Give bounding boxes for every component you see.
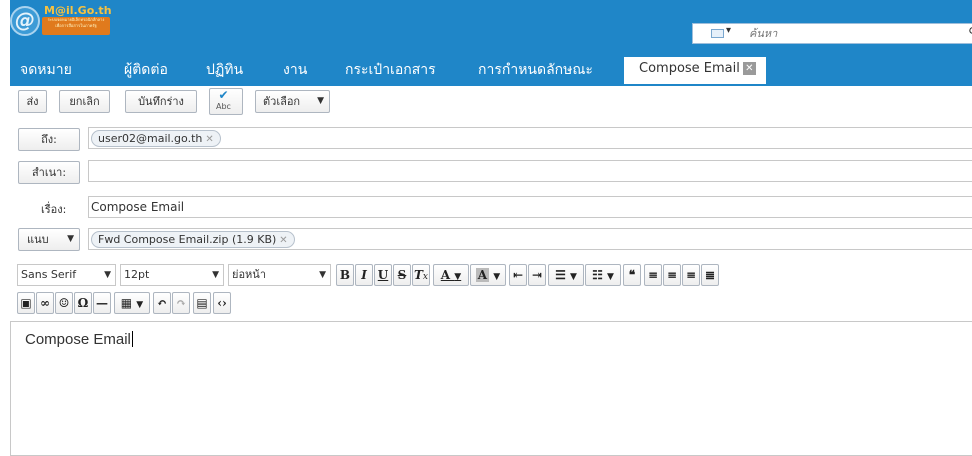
tab-contacts[interactable]: ผู้ติดต่อ — [124, 59, 168, 81]
tab-briefcase[interactable]: กระเป๋าเอกสาร — [345, 59, 436, 81]
remove-recipient-icon[interactable]: ✕ — [205, 134, 213, 145]
italic-button[interactable]: I — [355, 264, 373, 286]
logo-text: M@il.Go.th — [44, 4, 112, 17]
attachments-field: Fwd Compose Email.zip (1.9 KB) ✕ — [88, 228, 972, 250]
attach-label: แนบ — [27, 233, 49, 246]
options-dropdown[interactable]: ตัวเลือก ▼ — [255, 90, 330, 113]
logo-at-icon: @ — [10, 6, 40, 36]
cancel-button[interactable]: ยกเลิก — [59, 90, 110, 113]
to-button[interactable]: ถึง: — [18, 128, 80, 151]
text-color-button[interactable]: A ▼ — [433, 264, 469, 286]
save-draft-button[interactable]: บันทึกร่าง — [125, 90, 197, 113]
cc-button[interactable]: สำเนา: — [18, 161, 80, 184]
search-input[interactable] — [749, 26, 949, 41]
tab-compose-label: Compose Email — [639, 61, 740, 76]
clear-format-icon[interactable]: Tx — [412, 264, 430, 286]
recipient-chip[interactable]: user02@mail.go.th ✕ — [91, 130, 221, 147]
tab-calendar[interactable]: ปฏิทิน — [206, 59, 243, 81]
search-icon[interactable]: ⚲ — [968, 25, 972, 39]
special-character-icon[interactable]: Ω — [74, 292, 92, 314]
insert-link-icon[interactable]: ∞ — [36, 292, 54, 314]
align-justify-icon[interactable]: ≣ — [701, 264, 719, 286]
highlight-color-button[interactable]: A ▼ — [470, 264, 506, 286]
spellcheck-button[interactable]: ✔ Abc — [209, 88, 243, 115]
outdent-icon[interactable]: ⇤ — [509, 264, 527, 286]
logo-subtitle-2: เพื่อการสื่อสารในภาครัฐ — [55, 23, 97, 28]
bold-button[interactable]: B — [336, 264, 354, 286]
chevron-down-icon: ▼ — [67, 234, 74, 244]
send-button[interactable]: ส่ง — [18, 90, 47, 113]
mail-icon[interactable] — [711, 29, 724, 38]
emoticon-icon[interactable]: ☺ — [55, 292, 73, 314]
table-icon[interactable]: ▦ ▼ — [114, 292, 150, 314]
strikethrough-button[interactable]: S — [393, 264, 411, 286]
source-code-icon[interactable]: ‹› — [213, 292, 231, 314]
bullet-list-icon[interactable]: ☰ ▼ — [548, 264, 584, 286]
paragraph-select[interactable]: ย่อหน้า ▼ — [228, 264, 331, 286]
align-center-icon[interactable]: ≡ — [663, 264, 681, 286]
search-box[interactable]: ▾ ⚲ — [692, 23, 972, 44]
remove-attachment-icon[interactable]: ✕ — [279, 235, 287, 246]
options-label: ตัวเลือก — [263, 95, 301, 108]
chevron-down-icon: ▼ — [317, 96, 324, 106]
tab-mail[interactable]: จดหมาย — [20, 59, 72, 81]
font-size-select[interactable]: 12pt ▼ — [120, 264, 224, 286]
search-scope-dropdown[interactable]: ▾ — [726, 25, 731, 36]
subject-input[interactable] — [88, 196, 972, 218]
insert-image-icon[interactable]: ▣ — [17, 292, 35, 314]
to-field[interactable]: user02@mail.go.th ✕ — [88, 127, 972, 149]
editor-body[interactable]: Compose Email — [25, 331, 133, 348]
app-tabs: จดหมาย ผู้ติดต่อ ปฏิทิน งาน กระเป๋าเอกสา… — [10, 44, 972, 86]
format-toolbar-row-2: ▣ ∞ ☺ Ω — ▦ ▼ ↶ ↷ ▤ ‹› — [17, 292, 417, 314]
close-tab-icon[interactable]: ✕ — [742, 62, 756, 75]
horizontal-rule-icon[interactable]: — — [93, 292, 111, 314]
undo-icon[interactable]: ↶ — [153, 292, 171, 314]
align-right-icon[interactable]: ≡ — [682, 264, 700, 286]
app-header: @ M@il.Go.th ระบบจดหมายอิเล็กทรอนิกส์กลา… — [10, 0, 972, 44]
message-editor[interactable]: Compose Email — [10, 321, 972, 456]
tab-compose-email[interactable]: Compose Email ✕ — [624, 57, 766, 84]
underline-button[interactable]: U — [374, 264, 392, 286]
align-left-icon[interactable]: ≡ — [644, 264, 662, 286]
tab-preferences[interactable]: การกำหนดลักษณะ — [478, 59, 593, 81]
subject-label: เรื่อง: — [41, 203, 67, 216]
tab-tasks[interactable]: งาน — [283, 59, 307, 81]
cc-field[interactable] — [88, 160, 972, 182]
redo-icon[interactable]: ↷ — [172, 292, 190, 314]
indent-icon[interactable]: ⇥ — [528, 264, 546, 286]
font-family-select[interactable]: Sans Serif ▼ — [17, 264, 116, 286]
attachment-chip[interactable]: Fwd Compose Email.zip (1.9 KB) ✕ — [91, 231, 295, 248]
logo-banner: ระบบจดหมายอิเล็กทรอนิกส์กลาง เพื่อการสื่… — [42, 17, 110, 35]
numbered-list-icon[interactable]: ☷ ▼ — [585, 264, 621, 286]
blockquote-icon[interactable]: ❝ — [623, 264, 641, 286]
format-toolbar-row-1: Sans Serif ▼ 12pt ▼ ย่อหน้า ▼ B I U S Tx A … — [17, 264, 877, 286]
attach-dropdown[interactable]: แนบ ▼ — [18, 228, 80, 251]
spellcheck-icon: ✔ Abc — [216, 88, 231, 111]
paste-icon[interactable]: ▤ — [193, 292, 211, 314]
